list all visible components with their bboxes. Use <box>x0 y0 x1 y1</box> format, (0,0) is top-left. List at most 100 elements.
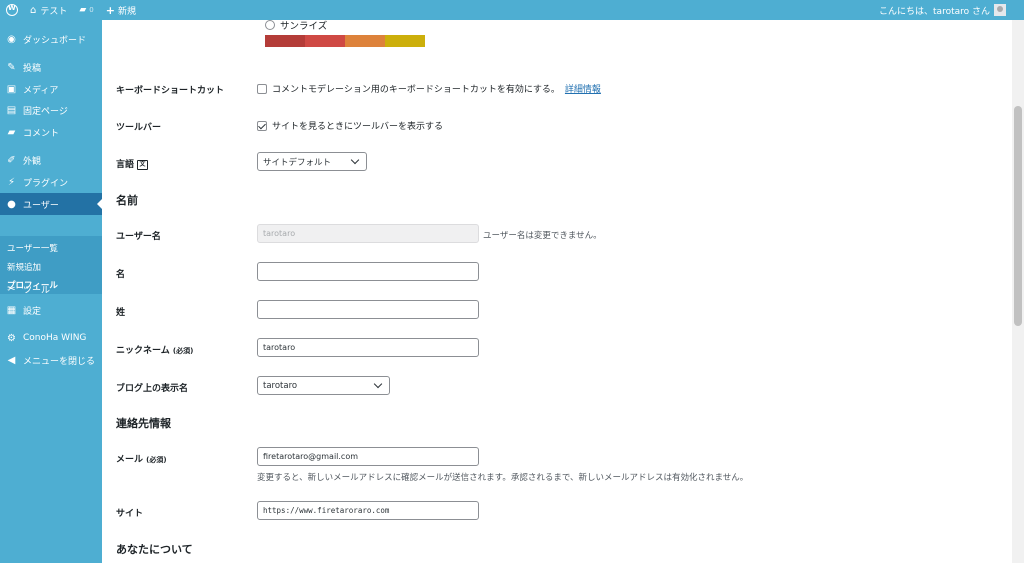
sidebar-item-label: ダッシュボード <box>23 35 87 46</box>
my-account-link[interactable]: こんにちは、tarotaro さん <box>879 0 1006 20</box>
sidebar-item-media[interactable]: ▣ メディア <box>0 78 102 100</box>
email-description: 変更すると、新しいメールアドレスに確認メールが送信されます。承認されるまで、新し… <box>257 473 749 483</box>
sidebar-item-label: 設定 <box>23 306 42 317</box>
keyboard-shortcuts-more-info-link[interactable]: 詳細情報 <box>565 82 601 95</box>
toolbar-row: サイトを見るときにツールバーを表示する <box>257 119 443 132</box>
language-select[interactable]: サイトデフォルト <box>257 152 367 171</box>
brush-icon: ✐ <box>7 154 16 166</box>
page-scrollbar[interactable] <box>1012 20 1024 563</box>
new-content-link[interactable]: + 新規 <box>100 0 142 20</box>
sidebar-item-settings[interactable]: ▦ 設定 <box>0 299 102 321</box>
website-value: https://www.firetaroraro.com <box>263 506 390 515</box>
color-swatch <box>265 35 305 47</box>
page-icon: ▤ <box>6 104 17 116</box>
sidebar-item-label: メニューを閉じる <box>23 356 96 367</box>
color-scheme-label: サンライズ <box>280 21 328 32</box>
display-name-label: ブログ上の表示名 <box>116 384 189 394</box>
name-section-title: 名前 <box>116 194 138 207</box>
username-label: ユーザー名 <box>116 232 161 242</box>
wp-logo-button[interactable] <box>0 0 24 20</box>
keyboard-shortcuts-checkbox[interactable] <box>257 83 267 94</box>
language-label-text: 言語 <box>116 160 135 170</box>
color-scheme-radio[interactable] <box>265 20 275 30</box>
required-note: (必須) <box>172 347 194 355</box>
scrollbar-thumb[interactable] <box>1014 106 1022 326</box>
site-name: テスト <box>40 6 68 17</box>
toolbar-text: サイトを見るときにツールバーを表示する <box>272 122 444 132</box>
profile-form: サンライズ キーボードショートカット コメントモデレーション用のキーボードショー… <box>102 20 1012 563</box>
sidebar-item-comments[interactable]: ▰ コメント <box>0 121 102 143</box>
contact-section-title: 連絡先情報 <box>116 417 171 430</box>
sidebar-item-dashboard[interactable]: ◉ ダッシュボード <box>0 28 102 50</box>
home-icon: ⌂ <box>30 4 37 16</box>
new-label: 新規 <box>117 6 136 17</box>
collapse-menu-button[interactable]: ◀ メニューを閉じる <box>0 349 102 371</box>
required-note: (必須) <box>146 456 167 464</box>
sidebar-item-users[interactable]: ● ユーザー <box>0 193 102 215</box>
username-input: tarotaro <box>257 224 479 243</box>
sidebar-item-label: ConoHa WING <box>23 333 87 343</box>
submenu-item-add-new[interactable]: 新規追加 <box>7 261 41 273</box>
sidebar-item-conoha-wing[interactable]: ⚙ ConoHa WING <box>0 327 102 349</box>
settings-icon: ▦ <box>6 304 17 316</box>
color-swatch <box>385 35 425 47</box>
nickname-label: ニックネーム (必須) <box>116 343 193 356</box>
sidebar-item-label: ツール <box>23 285 51 296</box>
plugin-icon: ⚡ <box>7 176 16 188</box>
sidebar-item-label: コメント <box>23 128 60 139</box>
first-name-label: 名 <box>116 270 126 280</box>
color-scheme-swatches <box>265 35 425 47</box>
translate-icon: 文 <box>137 159 149 170</box>
user-icon: ● <box>7 198 16 210</box>
toolbar-checkbox[interactable] <box>257 120 267 131</box>
username-value: tarotaro <box>263 229 296 238</box>
about-section-title: あなたについて <box>116 543 193 556</box>
website-input[interactable]: https://www.firetaroraro.com <box>257 501 479 520</box>
nickname-input[interactable]: tarotaro <box>257 338 479 357</box>
first-name-input[interactable] <box>257 262 479 281</box>
admin-sidebar: ◉ ダッシュボード ✎ 投稿 ▣ メディア ▤ 固定ページ ▰ コメント ✐ 外… <box>0 20 102 563</box>
media-icon: ▣ <box>6 83 17 95</box>
collapse-icon: ◀ <box>7 354 16 366</box>
greeting-text: こんにちは、tarotaro さん <box>879 6 990 17</box>
username-description: ユーザー名は変更できません。 <box>483 231 602 241</box>
keyboard-shortcuts-text: コメントモデレーション用のキーボードショートカットを有効にする。 <box>272 85 560 95</box>
comment-icon: ▰ <box>7 126 16 138</box>
color-scheme-sunrise[interactable]: サンライズ <box>265 18 327 32</box>
sidebar-item-label: ユーザー <box>23 200 59 211</box>
plus-icon: + <box>105 3 115 17</box>
display-name-value: tarotaro <box>263 380 298 391</box>
chevron-down-icon <box>373 379 383 389</box>
site-label: サイト <box>116 509 144 519</box>
display-name-select[interactable]: tarotaro <box>257 376 390 395</box>
submenu-item-all-users[interactable]: ユーザー一覧 <box>7 242 58 254</box>
toolbar-label: ツールバー <box>116 123 162 133</box>
keyboard-shortcuts-row: コメントモデレーション用のキーボードショートカットを有効にする。 詳細情報 <box>257 82 601 95</box>
color-swatch <box>305 35 345 47</box>
email-label-text: メール <box>116 455 144 465</box>
sidebar-item-pages[interactable]: ▤ 固定ページ <box>0 99 102 121</box>
sidebar-item-label: プラグイン <box>23 178 69 189</box>
gear-icon: ⚙ <box>7 332 16 344</box>
nickname-value: tarotaro <box>263 343 296 352</box>
nickname-label-text: ニックネーム <box>116 346 170 356</box>
sidebar-item-label: 投稿 <box>23 63 42 74</box>
keyboard-shortcuts-label: キーボードショートカット <box>116 86 225 96</box>
wordpress-logo-icon <box>6 4 18 16</box>
email-input[interactable]: firetarotaro@gmail.com <box>257 447 479 466</box>
comments-link[interactable]: ▰ 0 <box>73 0 99 20</box>
site-name-link[interactable]: ⌂ テスト <box>24 0 73 20</box>
email-label: メール (必須) <box>116 452 167 465</box>
last-name-label: 姓 <box>116 308 126 318</box>
sidebar-item-tools[interactable]: ✂ ツール <box>0 278 102 300</box>
sidebar-item-posts[interactable]: ✎ 投稿 <box>0 56 102 78</box>
language-select-value: サイトデフォルト <box>263 157 332 168</box>
comment-bubble-icon: ▰ <box>79 5 87 15</box>
sidebar-item-appearance[interactable]: ✐ 外観 <box>0 149 102 171</box>
comments-count: 0 <box>89 6 94 14</box>
sidebar-item-label: メディア <box>23 85 59 96</box>
last-name-input[interactable] <box>257 300 479 319</box>
sidebar-item-label: 外観 <box>23 156 42 167</box>
sidebar-item-plugins[interactable]: ⚡ プラグイン <box>0 171 102 193</box>
language-label: 言語文 <box>116 157 149 170</box>
